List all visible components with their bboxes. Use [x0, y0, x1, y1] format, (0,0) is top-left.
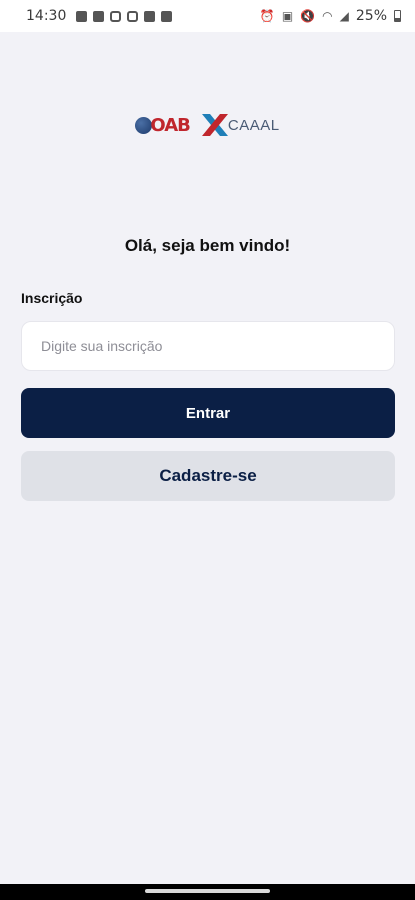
navigation-bar	[0, 884, 415, 900]
battery-percentage: 25%	[355, 8, 387, 24]
enter-button[interactable]: Entrar	[21, 388, 395, 438]
brand-logos: OAB CAAAL	[0, 112, 415, 138]
status-bar: 14:30 ⏰ ▣ 🔇 ◠ ◢ 25%	[0, 0, 415, 32]
signal-icon: ◢	[339, 9, 349, 23]
registration-label: Inscrição	[21, 290, 83, 306]
status-right: ⏰ ▣ 🔇 ◠ ◢ 25%	[260, 8, 401, 24]
caaal-x-icon	[201, 114, 228, 136]
oab-logo-text: OAB	[150, 114, 190, 136]
instagram-icon	[110, 10, 122, 22]
greeting-title: Olá, seja bem vindo!	[124, 236, 291, 255]
message-icon	[76, 10, 88, 22]
vibrate-icon: ▣	[281, 9, 294, 23]
oab-logo: OAB	[135, 114, 191, 136]
home-gesture-handle[interactable]	[145, 889, 270, 893]
login-screen: 14:30 ⏰ ▣ 🔇 ◠ ◢ 25% OAB CAAAL Olá, seja …	[0, 0, 415, 900]
wifi-icon: ◠	[322, 9, 333, 23]
register-button[interactable]: Cadastre-se	[21, 451, 395, 501]
caaal-logo: CAAAL	[200, 112, 280, 138]
mail-icon	[93, 10, 105, 22]
mute-icon: 🔇	[300, 9, 316, 23]
battery-icon	[394, 10, 401, 22]
status-time: 14:30	[26, 8, 67, 24]
gallery-icon	[144, 10, 156, 22]
alarm-icon: ⏰	[259, 9, 275, 23]
registration-input[interactable]	[21, 321, 395, 371]
x-icon	[161, 10, 173, 22]
status-left: 14:30	[26, 8, 173, 24]
instagram-icon	[127, 10, 139, 22]
caaal-logo-text: CAAAL	[227, 116, 280, 134]
